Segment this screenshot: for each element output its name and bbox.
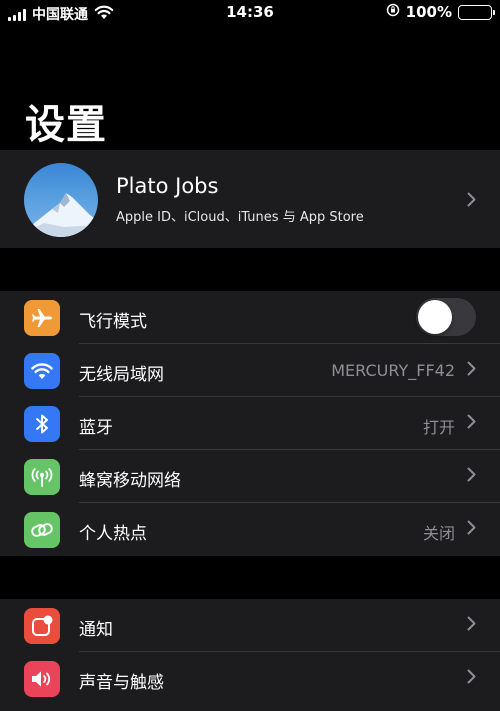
settings-row-cellular[interactable]: 蜂窝移动网络	[0, 450, 500, 503]
settings-row-bluetooth[interactable]: 蓝牙 打开	[0, 397, 500, 450]
settings-row-label: 蓝牙	[79, 418, 113, 438]
cellular-antenna-icon	[24, 459, 60, 495]
speaker-icon	[24, 661, 60, 697]
settings-row-value: MERCURY_FF42	[331, 361, 455, 380]
airplane-mode-toggle[interactable]	[416, 298, 476, 336]
settings-row-value: 关闭	[422, 524, 455, 543]
hotspot-chain-icon	[24, 512, 60, 548]
settings-row-label: 个人热点	[79, 524, 147, 544]
settings-row-sounds-haptics[interactable]: 声音与触感	[0, 652, 500, 705]
chevron-right-icon	[467, 520, 476, 539]
settings-row-value: 打开	[422, 418, 455, 437]
notifications-icon	[24, 608, 60, 644]
settings-row-label: 无线局域网	[79, 365, 164, 385]
battery-percent: 100%	[405, 3, 452, 21]
battery-charging-icon	[458, 4, 495, 20]
chevron-right-icon	[467, 467, 476, 486]
chevron-right-icon	[467, 192, 476, 211]
settings-row-personal-hotspot[interactable]: 个人热点 关闭	[0, 503, 500, 556]
airplane-icon	[24, 300, 60, 336]
settings-row-label: 飞行模式	[79, 312, 147, 332]
bluetooth-icon	[24, 406, 60, 442]
notifications-group: 通知 声音与触感	[0, 599, 500, 711]
chevron-right-icon	[467, 414, 476, 433]
settings-row-label: 蜂窝移动网络	[79, 471, 181, 491]
settings-row-notifications[interactable]: 通知	[0, 599, 500, 652]
avatar	[24, 163, 98, 237]
orientation-lock-icon	[386, 3, 400, 21]
page-title: 设置	[25, 102, 107, 148]
status-bar: 中国联通 14:36 100%	[0, 0, 500, 26]
chevron-right-icon	[467, 361, 476, 380]
connectivity-group: 飞行模式 无线局域网 MERCURY_FF42 蓝牙 打开 蜂窝移动网络 个人热…	[0, 291, 500, 556]
chevron-right-icon	[467, 669, 476, 688]
profile-subtitle: Apple ID、iCloud、iTunes 与 App Store	[116, 210, 364, 225]
profile-cell[interactable]	[0, 150, 500, 248]
chevron-right-icon	[467, 616, 476, 635]
settings-row-wlan[interactable]: 无线局域网 MERCURY_FF42	[0, 344, 500, 397]
settings-row-airplane-mode[interactable]: 飞行模式	[0, 291, 500, 344]
settings-row-label: 声音与触感	[79, 673, 164, 693]
profile-name: Plato Jobs	[116, 174, 219, 198]
status-bar-right: 100%	[386, 3, 495, 21]
wifi-icon	[24, 353, 60, 389]
settings-row-label: 通知	[79, 620, 113, 640]
